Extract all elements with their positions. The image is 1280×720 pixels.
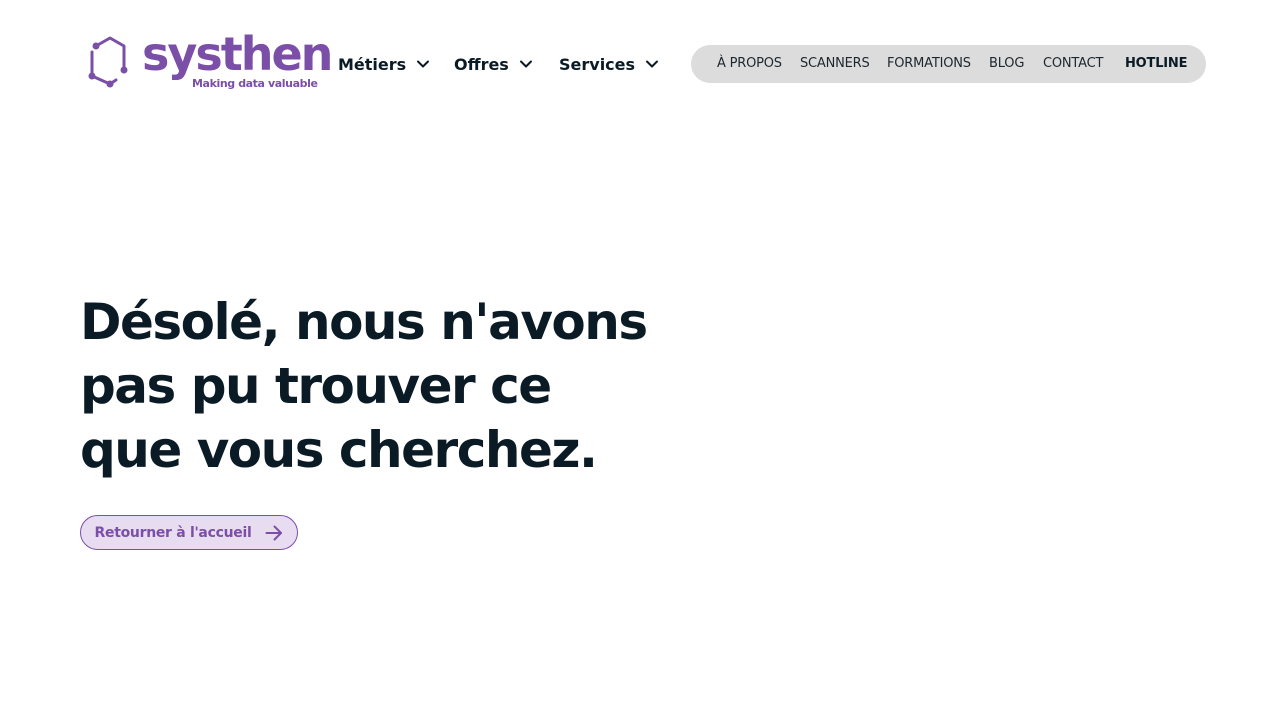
hexagon-network-icon — [88, 36, 128, 88]
return-home-label: Retourner à l'accueil — [94, 524, 252, 541]
arrow-right-icon — [265, 525, 283, 540]
logo-link[interactable]: systhen Making data valuable — [86, 27, 333, 94]
brand-tagline: Making data valuable — [192, 77, 318, 90]
nav-item-label: Métiers — [338, 54, 407, 74]
nav-link-formations[interactable]: FORMATIONS — [887, 45, 971, 83]
chevron-down-icon — [646, 60, 659, 68]
nav-link-contact[interactable]: CONTACT — [1043, 45, 1103, 83]
nav-item-metiers[interactable]: Métiers — [338, 50, 430, 78]
nav-link-hotline[interactable]: HOTLINE — [1125, 45, 1187, 83]
site-header: systhen Making data valuable Métiers Off… — [0, 0, 1280, 120]
chevron-down-icon — [417, 60, 430, 68]
brand-name: systhen — [142, 27, 333, 81]
return-home-button[interactable]: Retourner à l'accueil — [80, 515, 298, 550]
error-title-line: que vous cherchez. — [80, 421, 598, 479]
nav-item-label: Offres — [454, 54, 509, 74]
nav-link-a-propos[interactable]: À PROPOS — [717, 45, 782, 83]
error-title-line: pas pu trouver ce — [80, 357, 552, 415]
nav-link-blog[interactable]: BLOG — [989, 45, 1024, 83]
nav-item-services[interactable]: Services — [559, 50, 659, 78]
nav-item-offres[interactable]: Offres — [454, 50, 533, 78]
error-title-line: Désolé, nous n'avons — [80, 293, 648, 351]
secondary-nav: À PROPOS SCANNERS FORMATIONS BLOG CONTAC… — [691, 45, 1206, 83]
chevron-down-icon — [519, 60, 532, 68]
error-title: Désolé, nous n'avons pas pu trouver ce q… — [80, 290, 680, 482]
nav-item-label: Services — [559, 54, 636, 74]
nav-link-scanners[interactable]: SCANNERS — [800, 45, 870, 83]
